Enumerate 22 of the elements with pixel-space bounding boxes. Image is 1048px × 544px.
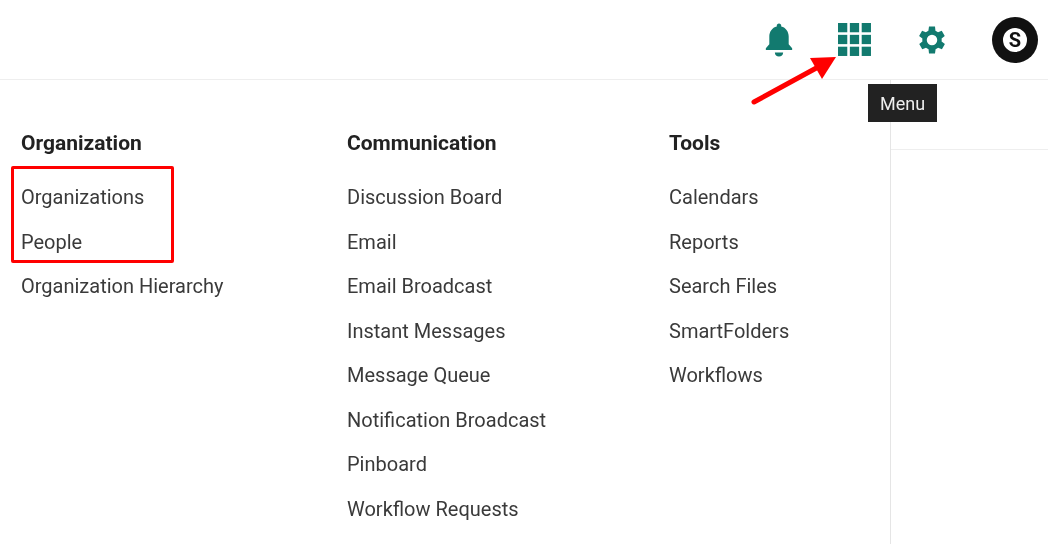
menu-link[interactable]: Workflow Requests (347, 493, 519, 524)
tooltip: Menu (868, 84, 938, 122)
grid-menu-icon[interactable] (838, 22, 872, 57)
menu-link[interactable]: Email (347, 226, 397, 257)
avatar[interactable]: S (992, 16, 1038, 63)
menu-link[interactable]: Reports (669, 226, 739, 257)
menu-link[interactable]: Instant Messages (347, 315, 506, 346)
menu-link[interactable]: Message Queue (347, 360, 491, 390)
menu-link[interactable]: Workflows (669, 360, 763, 390)
menu-link[interactable]: SmartFolders (669, 315, 790, 346)
menu-link[interactable]: Notification Broadcast (347, 404, 547, 435)
menu-link[interactable]: Discussion Board (347, 182, 503, 212)
menu-link[interactable]: Organization Hierarchy (21, 271, 224, 301)
menu-link[interactable]: Organizations (21, 182, 145, 212)
menu-link[interactable]: Pinboard (347, 449, 427, 479)
menu-link[interactable]: Email Broadcast (347, 271, 493, 301)
column-heading: Tools (669, 130, 722, 157)
column-heading: Communication (347, 130, 498, 157)
menu-link[interactable]: Search Files (669, 271, 778, 301)
column-heading: Organization (21, 130, 143, 157)
menu-link[interactable]: People (21, 226, 83, 257)
menu-link[interactable]: Calendars (669, 182, 759, 212)
